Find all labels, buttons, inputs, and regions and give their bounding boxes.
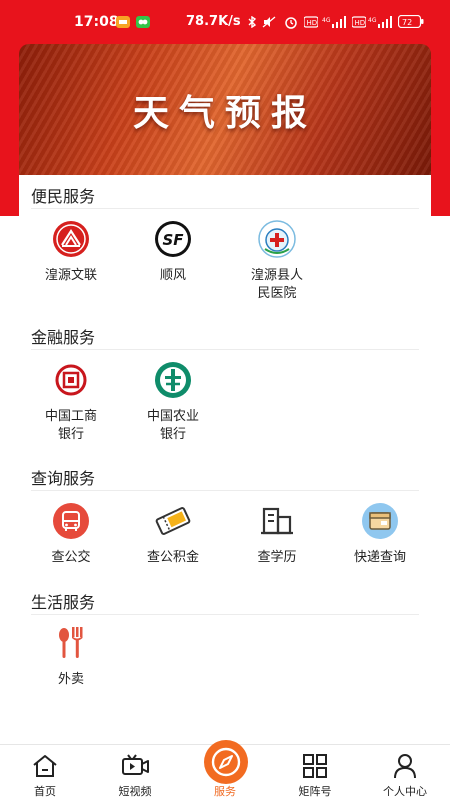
fund-ticket-icon — [155, 507, 191, 535]
battery-icon: 72 — [398, 15, 424, 28]
svg-text:4G: 4G — [322, 17, 331, 24]
service-label: 查公交 — [51, 550, 91, 565]
divider — [31, 208, 419, 209]
service-label: 中国农业银行 — [146, 409, 199, 442]
service-item-takeout[interactable]: 外卖 — [19, 623, 123, 689]
abc-bank-logo-icon — [155, 362, 191, 398]
tab-profile[interactable]: 个人中心 — [360, 745, 450, 800]
service-label: 湟源县人民医院 — [250, 268, 303, 301]
service-item-education[interactable]: 查学历 — [225, 501, 329, 567]
service-item-bus[interactable]: 查公交 — [19, 501, 123, 567]
tab-label: 短视频 — [118, 785, 152, 798]
divider — [31, 349, 419, 350]
hd-icon-2: HD — [352, 16, 366, 28]
section-title-life: 生活服务 — [31, 593, 96, 612]
divider — [31, 490, 419, 491]
person-icon — [394, 754, 416, 779]
service-label: 顺风 — [159, 268, 186, 283]
battery-level: 72 — [402, 18, 412, 27]
service-label: 查公积金 — [146, 550, 199, 565]
svg-text:HD: HD — [307, 19, 318, 27]
mute-icon — [262, 16, 276, 28]
notification-app-icon — [116, 16, 130, 28]
service-item-fund[interactable]: 查公积金 — [121, 501, 225, 567]
federation-logo-icon — [53, 221, 89, 257]
service-label: 外卖 — [57, 672, 84, 687]
section-title-finance: 金融服务 — [31, 328, 96, 347]
fork-spoon-icon — [59, 627, 83, 658]
tab-label: 个人中心 — [383, 785, 427, 798]
alarm-icon — [285, 17, 297, 29]
icbc-logo-icon — [55, 364, 87, 396]
service-label: 快递查询 — [353, 550, 406, 565]
service-item-icbc[interactable]: 中国工商银行 — [19, 360, 123, 444]
svg-text:4G: 4G — [368, 17, 377, 24]
service-label: 查学历 — [257, 550, 297, 565]
wechat-icon — [136, 16, 150, 28]
tab-short-video[interactable]: 短视频 — [90, 745, 180, 800]
service-label: 湟源文联 — [44, 268, 97, 283]
tab-matrix[interactable]: 矩阵号 — [270, 745, 360, 800]
svg-text:SF: SF — [162, 231, 184, 249]
tab-label: 首页 — [34, 785, 56, 798]
hd-icon: HD — [304, 16, 318, 28]
status-time: 17:08 — [74, 14, 119, 30]
home-icon — [33, 755, 57, 777]
section-title-query: 查询服务 — [31, 469, 96, 488]
service-item-wenlian[interactable]: 湟源文联 — [19, 219, 123, 285]
service-item-hospital[interactable]: 湟源县人民医院 — [225, 219, 329, 303]
service-item-express[interactable]: 快递查询 — [328, 501, 432, 567]
bus-icon — [53, 503, 89, 539]
tab-label: 服务 — [214, 785, 236, 798]
package-icon — [362, 503, 398, 539]
banner-title: 天气预报 — [132, 92, 317, 134]
bluetooth-icon — [248, 16, 257, 28]
tab-label: 矩阵号 — [298, 785, 332, 798]
network-speed: 78.7K/s — [186, 14, 241, 29]
weather-banner[interactable]: 天气预报 — [19, 44, 431, 175]
status-bar: 17:08 78.7K/s HD 4G HD 4G 72 — [0, 0, 450, 44]
hospital-logo-icon — [258, 220, 296, 258]
compass-icon — [211, 747, 241, 777]
svg-text:HD: HD — [355, 19, 366, 27]
sf-express-logo-icon: SF — [155, 221, 191, 257]
building-icon — [261, 507, 293, 535]
services-panel: 便民服务 湟源文联 SF 顺风 湟源县人民医院 金融服务 中国工商银行 中国农业… — [19, 175, 431, 743]
active-tab-indicator[interactable] — [204, 740, 248, 784]
signal-4g-icon-2: 4G — [368, 16, 392, 28]
tab-home[interactable]: 首页 — [0, 745, 90, 800]
grid-icon — [303, 754, 327, 778]
service-item-abc[interactable]: 中国农业银行 — [121, 360, 225, 444]
signal-4g-icon: 4G — [322, 16, 346, 28]
video-icon — [122, 754, 149, 775]
service-item-sf[interactable]: SF 顺风 — [121, 219, 225, 285]
section-title-convenience: 便民服务 — [31, 187, 96, 206]
service-label: 中国工商银行 — [44, 409, 97, 442]
divider — [31, 614, 419, 615]
